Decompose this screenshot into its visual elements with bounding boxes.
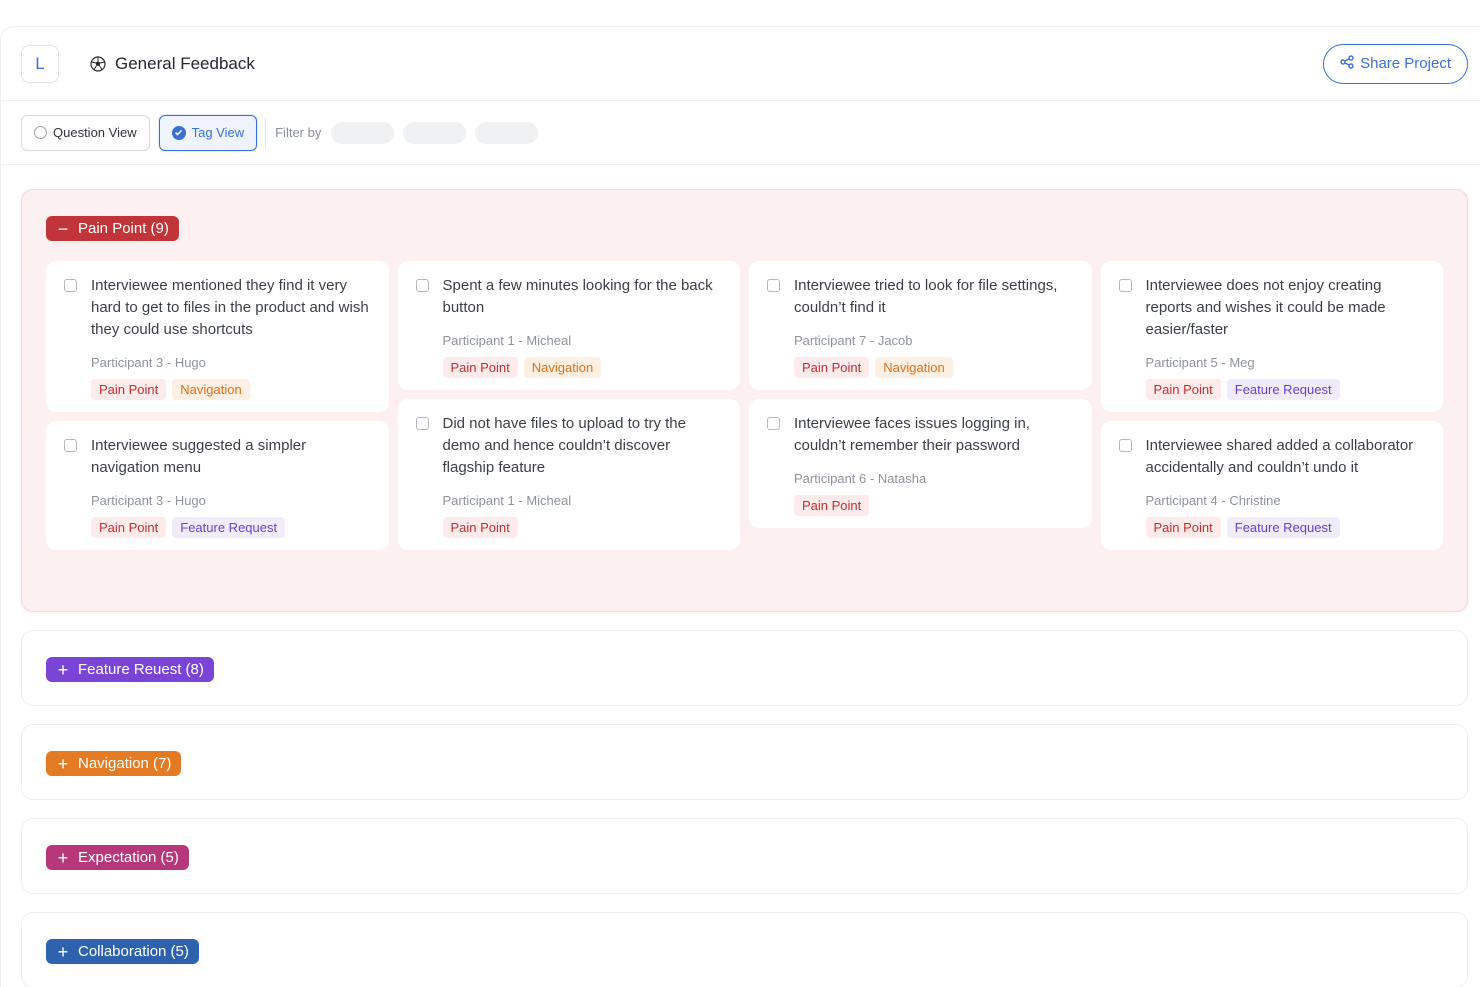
card-checkbox[interactable]	[415, 417, 429, 430]
card-checkbox[interactable]	[415, 279, 429, 292]
card-quote: Did not have files to upload to try the …	[442, 415, 686, 476]
question-view-label: Question View	[53, 125, 137, 140]
share-label: Share Project	[1360, 55, 1451, 72]
group-label: Navigation (7)	[78, 755, 172, 772]
header: L General Feedback Share Project	[1, 27, 1480, 101]
card-checkbox[interactable]	[767, 279, 780, 292]
card-quote: Interviewee does not enjoy creating repo…	[1145, 277, 1386, 338]
group-label: Feature Reuest (8)	[78, 661, 204, 678]
view-toolbar: Question View Tag View Filter by	[1, 101, 1480, 165]
group-pain-point: − Pain Point (9) Interviewee mentioned t…	[21, 189, 1468, 612]
feedback-card[interactable]: Interviewee tried to look for file setti…	[749, 261, 1092, 390]
tag-chip[interactable]: Pain Point	[1145, 517, 1221, 538]
share-project-button[interactable]: Share Project	[1323, 43, 1468, 84]
card-quote: Interviewee tried to look for file setti…	[794, 277, 1058, 316]
feedback-card[interactable]: Interviewee mentioned they find it very …	[46, 261, 389, 412]
feedback-card[interactable]: Did not have files to upload to try the …	[397, 399, 740, 550]
feedback-card[interactable]: Interviewee faces issues logging in, cou…	[749, 399, 1092, 528]
card-participant: Participant 1 - Micheal	[442, 333, 572, 348]
group-label: Collaboration (5)	[78, 943, 189, 960]
card-checkbox[interactable]	[64, 279, 77, 292]
card-checkbox[interactable]	[1118, 439, 1132, 452]
card-quote: Interviewee faces issues logging in, cou…	[794, 415, 1030, 454]
soccer-ball-icon	[90, 55, 106, 72]
radio-unchecked-icon	[34, 126, 47, 139]
filter-label: Filter by	[275, 125, 322, 140]
expand-icon: +	[57, 753, 69, 774]
filter-chip[interactable]	[475, 121, 539, 144]
card-participant: Participant 4 - Christine	[1145, 493, 1281, 508]
tag-chip[interactable]: Pain Point	[794, 495, 870, 516]
tag-view-label: Tag View	[191, 125, 245, 140]
group-expectation: + Expectation (5)	[21, 818, 1468, 894]
check-circle-icon	[171, 125, 186, 140]
tag-view-toggle[interactable]: Tag View	[158, 114, 258, 151]
card-column: Interviewee does not enjoy creating repo…	[1100, 261, 1443, 550]
question-view-toggle[interactable]: Question View	[21, 114, 150, 151]
group-toggle-feature-request[interactable]: + Feature Reuest (8)	[46, 657, 214, 682]
card-participant: Participant 7 - Jacob	[794, 333, 913, 348]
card-column: Spent a few minutes looking for the back…	[397, 261, 740, 550]
expand-icon: +	[57, 941, 69, 962]
group-label: Expectation (5)	[78, 849, 179, 866]
card-checkbox[interactable]	[64, 439, 77, 452]
tag-chip[interactable]: Pain Point	[91, 379, 167, 400]
group-toggle-expectation[interactable]: + Expectation (5)	[46, 845, 189, 870]
tag-chip[interactable]: Pain Point	[1145, 379, 1221, 400]
tag-chip[interactable]: Pain Point	[442, 357, 518, 378]
group-navigation: + Navigation (7)	[21, 724, 1468, 800]
filter-chip[interactable]	[403, 121, 467, 144]
filter-chip[interactable]	[331, 121, 395, 144]
group-collaboration: + Collaboration (5)	[21, 912, 1468, 987]
tag-chip[interactable]: Navigation	[172, 379, 250, 400]
card-checkbox[interactable]	[767, 417, 780, 430]
card-column: Interviewee tried to look for file setti…	[749, 261, 1092, 528]
card-grid: Interviewee mentioned they find it very …	[46, 261, 1443, 550]
tag-chip[interactable]: Feature Request	[172, 517, 286, 538]
collapse-icon: −	[57, 218, 69, 239]
app-logo[interactable]: L	[21, 44, 59, 83]
tag-chip[interactable]: Navigation	[875, 357, 953, 378]
expand-icon: +	[57, 847, 69, 868]
group-toggle-collaboration[interactable]: + Collaboration (5)	[46, 939, 199, 964]
card-quote: Interviewee suggested a simpler navigati…	[91, 437, 307, 476]
group-toggle-navigation[interactable]: + Navigation (7)	[46, 751, 182, 776]
project-title: General Feedback	[115, 53, 255, 73]
feedback-card[interactable]: Interviewee suggested a simpler navigati…	[46, 421, 389, 550]
card-participant: Participant 3 - Hugo	[91, 355, 206, 370]
app-window: L General Feedback Share Project Questio…	[0, 26, 1480, 987]
tag-chip[interactable]: Pain Point	[794, 357, 870, 378]
group-label: Pain Point (9)	[78, 220, 169, 237]
card-column: Interviewee mentioned they find it very …	[46, 261, 389, 550]
feedback-card[interactable]: Interviewee does not enjoy creating repo…	[1100, 261, 1443, 412]
tag-chip[interactable]: Pain Point	[442, 517, 518, 538]
tag-groups: − Pain Point (9) Interviewee mentioned t…	[1, 165, 1480, 987]
card-participant: Participant 1 - Micheal	[442, 493, 572, 508]
expand-icon: +	[57, 659, 69, 680]
card-quote: Interviewee shared added a collaborator …	[1145, 437, 1414, 476]
group-feature-request: + Feature Reuest (8)	[21, 630, 1468, 706]
card-participant: Participant 3 - Hugo	[91, 493, 206, 508]
card-quote: Spent a few minutes looking for the back…	[442, 277, 713, 316]
card-checkbox[interactable]	[1118, 279, 1132, 292]
tag-chip[interactable]: Pain Point	[91, 517, 167, 538]
card-participant: Participant 5 - Meg	[1145, 355, 1255, 370]
tag-chip[interactable]: Feature Request	[1226, 517, 1340, 538]
logo-letter: L	[35, 53, 45, 73]
feedback-card[interactable]: Spent a few minutes looking for the back…	[397, 261, 740, 390]
share-icon	[1340, 54, 1354, 73]
feedback-card[interactable]: Interviewee shared added a collaborator …	[1100, 421, 1443, 550]
toolbar-divider	[265, 117, 267, 148]
card-quote: Interviewee mentioned they find it very …	[91, 277, 369, 338]
tag-chip[interactable]: Feature Request	[1226, 379, 1340, 400]
card-participant: Participant 6 - Natasha	[794, 471, 927, 486]
tag-chip[interactable]: Navigation	[523, 357, 602, 378]
group-toggle-pain-point[interactable]: − Pain Point (9)	[46, 216, 179, 241]
